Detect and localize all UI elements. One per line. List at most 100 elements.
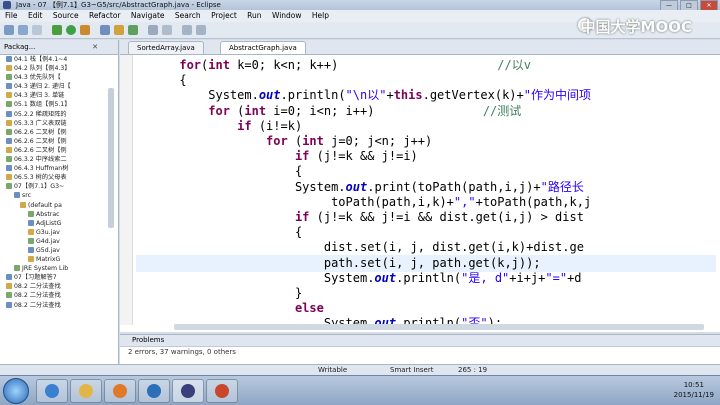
taskbar-k-app[interactable]: [138, 379, 170, 403]
menu-refactor[interactable]: Refactor: [89, 11, 120, 20]
package-icon: [6, 283, 12, 290]
taskbar-media[interactable]: [104, 379, 136, 403]
tree-item[interactable]: 05.3.3 广义表双链: [0, 119, 118, 128]
code-token: .println(: [396, 270, 462, 285]
tree-item[interactable]: 04.3 递归 3. 单链: [0, 91, 118, 100]
forward-icon[interactable]: [196, 25, 206, 35]
tree-item-label: 04.2 队列【例4.3】: [14, 65, 71, 73]
problems-tab[interactable]: Problems: [120, 335, 720, 347]
menu-edit[interactable]: Edit: [28, 11, 43, 20]
tree-item[interactable]: 08.2 二分法查找: [0, 301, 118, 310]
tree-item[interactable]: AdjListG: [0, 219, 118, 228]
print-icon[interactable]: [32, 25, 42, 35]
tree-item[interactable]: 06.2.6 二叉树【例: [0, 137, 118, 146]
menu-navigate[interactable]: Navigate: [131, 11, 165, 20]
tree-item[interactable]: 08.2 二分法查找: [0, 282, 118, 291]
start-button[interactable]: [3, 378, 29, 404]
menu-search[interactable]: Search: [175, 11, 201, 20]
clock-time: 10:51: [683, 381, 704, 389]
tree-item[interactable]: G3u.jav: [0, 228, 118, 237]
tree-item-label: 08.2 二分法查找: [14, 292, 61, 300]
code-token: "是, d": [461, 270, 510, 285]
new-package-icon[interactable]: [114, 25, 124, 35]
package-explorer-tab[interactable]: Packag... ✕: [0, 40, 118, 55]
menu-source[interactable]: Source: [53, 11, 79, 20]
menu-file[interactable]: File: [5, 11, 18, 20]
package-icon: [6, 101, 12, 108]
tree-item[interactable]: 06.2.6 二叉树【例: [0, 146, 118, 155]
tree-item[interactable]: JRE System Lib: [0, 264, 118, 273]
tree-item-label: G4d.jav: [36, 237, 60, 245]
close-icon[interactable]: ✕: [92, 40, 98, 54]
tree-item[interactable]: src: [0, 191, 118, 200]
taskbar-explorer[interactable]: [70, 379, 102, 403]
search-icon[interactable]: [162, 25, 172, 35]
tree-item[interactable]: 06.2.6 二叉树【例: [0, 128, 118, 137]
tree-item[interactable]: G4d.jav: [0, 237, 118, 246]
package-icon: [28, 228, 34, 235]
open-type-icon[interactable]: [148, 25, 158, 35]
code-token: (: [229, 103, 245, 118]
new-class-icon[interactable]: [128, 25, 138, 35]
tree-item[interactable]: Abstrac: [0, 210, 118, 219]
tree-item[interactable]: 04.3 递归 2. 递归【: [0, 82, 118, 91]
tree-item-label: JRE System Lib: [22, 265, 69, 273]
tree-item-label: 06.2.6 二叉树【例: [14, 128, 67, 136]
back-icon[interactable]: [182, 25, 192, 35]
code-token: .getVertex(k)+: [422, 88, 524, 103]
tree-item-label: 05.1 数组【例5.1】: [14, 101, 71, 109]
taskbar-ie[interactable]: [36, 379, 68, 403]
scrollbar[interactable]: [108, 88, 114, 228]
run-icon[interactable]: [66, 25, 76, 35]
horizontal-scrollbar[interactable]: [174, 324, 704, 330]
menu-run[interactable]: Run: [247, 11, 261, 20]
clock[interactable]: 10:51 2015/11/19: [674, 380, 714, 400]
package-icon: [6, 128, 12, 135]
tree-item[interactable]: 07【习题解答7: [0, 273, 118, 282]
debug-icon[interactable]: [52, 25, 62, 35]
tree-item[interactable]: 04.3 优先队列【: [0, 73, 118, 82]
code-token: (j!=k && j!=i && dist.get(i,j) > dist: [309, 210, 584, 224]
code-token: out: [258, 88, 281, 103]
taskbar-powerpoint[interactable]: [206, 379, 238, 403]
menu-help[interactable]: Help: [312, 11, 329, 20]
tree-item[interactable]: MatrixG: [0, 255, 118, 264]
package-icon: [6, 119, 12, 126]
code-token: (j!=k && j!=i): [309, 149, 418, 164]
code-token: this: [393, 88, 423, 103]
package-icon: [6, 165, 12, 172]
tree-item[interactable]: 08.2 二分法查找: [0, 291, 118, 300]
new-icon[interactable]: [4, 25, 14, 35]
tree-item[interactable]: 05.2.2 稀疏矩阵的: [0, 110, 118, 119]
tree-item[interactable]: 06.3.2 中序线索二: [0, 155, 118, 164]
new-java-project-icon[interactable]: [100, 25, 110, 35]
taskbar-eclipse[interactable]: [172, 379, 204, 403]
tree-item[interactable]: 04.2 队列【例4.3】: [0, 64, 118, 73]
save-icon[interactable]: [18, 25, 28, 35]
tree-item-label: src: [22, 192, 32, 200]
code-token: path.set(i, j, path.get(k,j));: [323, 255, 541, 270]
menu-window[interactable]: Window: [272, 11, 302, 20]
tree-item[interactable]: 06.4.3 Huffman树: [0, 164, 118, 173]
code-token: (: [287, 134, 303, 148]
package-icon: [6, 156, 12, 163]
tree-item[interactable]: 04.1 栈【例4.1~4: [0, 55, 118, 64]
tree-item[interactable]: 06.5.3 树的父母表: [0, 173, 118, 182]
tab-sorted-array[interactable]: SortedArray.java: [128, 41, 204, 54]
menu-project[interactable]: Project: [211, 11, 237, 20]
package-explorer-tab-label: Packag...: [4, 43, 36, 51]
tree-item[interactable]: 07【例7.1】G3~: [0, 182, 118, 191]
tree-item[interactable]: G5d.jav: [0, 246, 118, 255]
package-icon: [6, 56, 12, 62]
tree-item[interactable]: (default pa: [0, 201, 118, 210]
tree-item-label: 04.3 优先队列【: [14, 74, 61, 82]
external-tools-icon[interactable]: [80, 25, 90, 35]
tree-item[interactable]: 05.1 数组【例5.1】: [0, 100, 118, 109]
tab-abstract-graph[interactable]: AbstractGraph.java: [220, 41, 306, 54]
code-token: if: [294, 149, 310, 164]
package-icon: [28, 246, 34, 253]
code-editor[interactable]: for(int k=0; k<n; k++) //以v { System.out…: [136, 55, 716, 325]
